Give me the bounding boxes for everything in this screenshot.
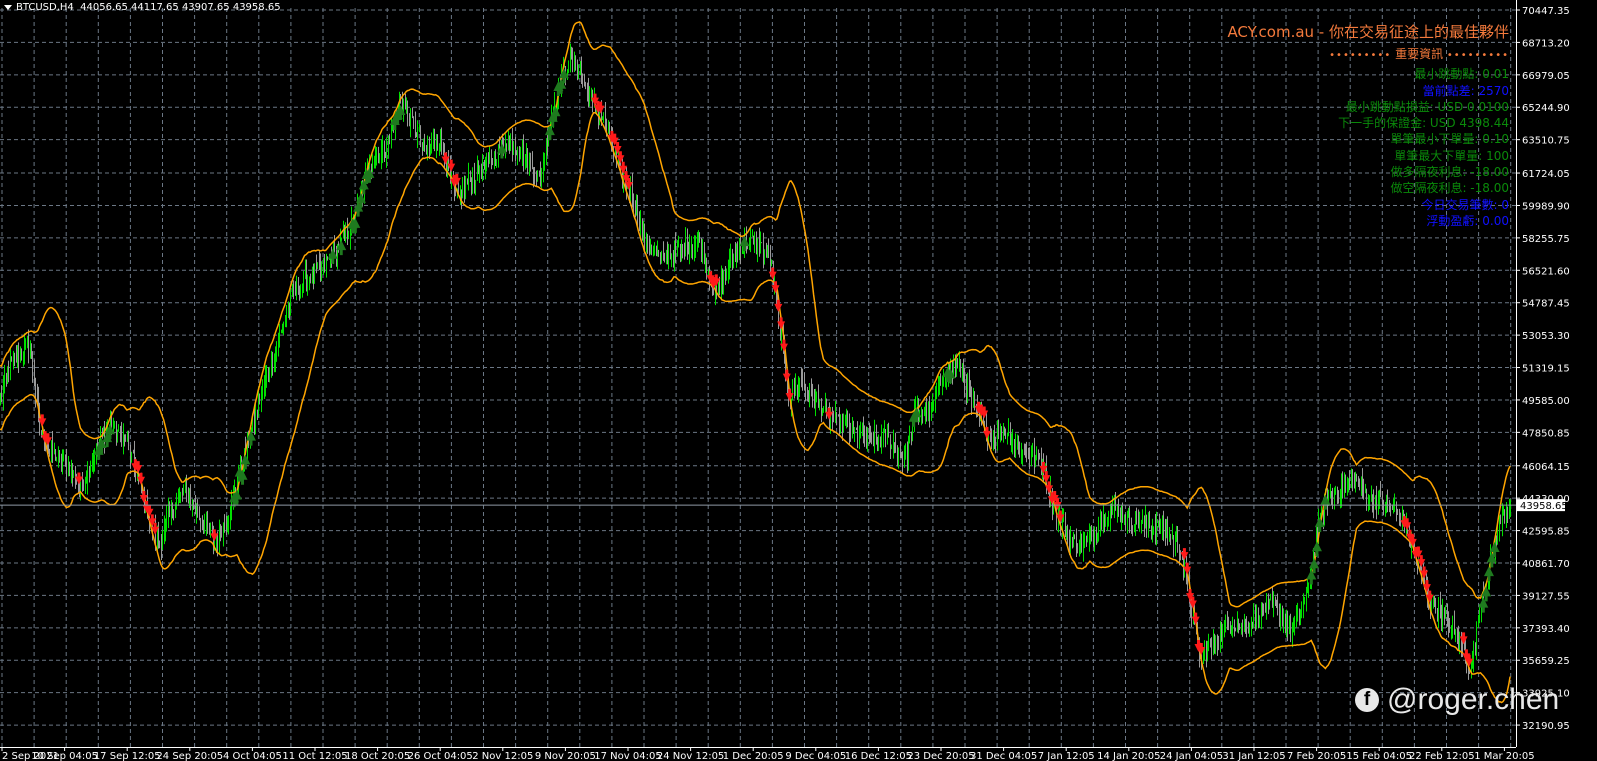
y-tick-label: 54787.45 [1522, 299, 1570, 310]
x-tick-label: 24 Jan 04:05 [1160, 751, 1223, 761]
y-tick-label: 70447.35 [1522, 6, 1570, 17]
x-tick-label: 7 Jan 12:05 [1038, 751, 1095, 761]
x-tick-label: 9 Dec 04:05 [785, 751, 846, 761]
info-panel: ACY.com.au - 你在交易征途上的最佳夥伴 ••••••••• 重要資訊… [1227, 22, 1509, 229]
y-tick-label: 61724.05 [1522, 169, 1570, 180]
x-tick-label: 10 Sep 04:05 [31, 751, 98, 761]
watermark-text: @roger.chen [1387, 683, 1560, 716]
y-tick-label: 68713.20 [1522, 38, 1570, 49]
x-tick-label: 26 Oct 04:05 [408, 751, 473, 761]
info-row: 浮動盈虧: 0.00 [1426, 213, 1509, 228]
y-tick-label: 56521.60 [1522, 266, 1570, 277]
y-tick-label: 59989.90 [1522, 201, 1570, 212]
x-tick-label: 15 Feb 04:05 [1346, 751, 1412, 761]
x-tick-label: 24 Sep 20:05 [156, 751, 223, 761]
x-tick-label: 22 Feb 12:05 [1409, 751, 1475, 761]
chart-header: BTCUSD,H4 44056.65 44117.65 43907.65 439… [4, 2, 281, 13]
x-tick-label: 18 Oct 20:05 [345, 751, 410, 761]
y-tick-label: 40861.70 [1522, 559, 1570, 570]
broker-title: ACY.com.au - 你在交易征途上的最佳夥伴 [1227, 23, 1509, 41]
info-row: 做多隔夜利息: -18.00 [1390, 165, 1509, 180]
x-tick-label: 2 Nov 12:05 [472, 751, 533, 761]
x-tick-label: 9 Nov 20:05 [535, 751, 596, 761]
watermark: f @roger.chen [1355, 683, 1559, 717]
info-row: 下一手的保證金: USD 4398.44 [1338, 116, 1509, 131]
x-tick-label: 17 Sep 12:05 [94, 751, 161, 761]
y-tick-label: 32190.95 [1522, 721, 1570, 732]
x-tick-label: 7 Feb 20:05 [1287, 751, 1346, 761]
info-row: 最小跳動點: 0.01 [1414, 67, 1509, 82]
x-tick-label: 11 Oct 12:05 [282, 751, 347, 761]
current-price-label: 43958.65 [1520, 501, 1568, 512]
x-tick-label: 14 Jan 20:05 [1097, 751, 1160, 761]
y-tick-label: 46064.15 [1522, 462, 1570, 473]
y-tick-label: 39127.55 [1522, 591, 1570, 602]
info-row: 今日交易筆數: 0 [1421, 197, 1510, 212]
y-tick-label: 35659.25 [1522, 656, 1570, 667]
info-row: 單筆最小下單量: 0.10 [1390, 132, 1509, 147]
info-row: 當前點差: 2570 [1422, 83, 1509, 98]
y-tick-label: 42595.85 [1522, 527, 1570, 538]
x-tick-label: 23 Dec 20:05 [907, 751, 974, 761]
y-tick-label: 66979.05 [1522, 71, 1570, 82]
x-tick-label: 24 Nov 12:05 [657, 751, 724, 761]
y-tick-label: 47850.85 [1522, 428, 1570, 439]
x-tick-label: 17 Nov 04:05 [594, 751, 661, 761]
y-tick-label: 65244.90 [1522, 103, 1570, 114]
y-tick-label: 58255.75 [1522, 234, 1570, 245]
x-tick-label: 16 Dec 12:05 [845, 751, 912, 761]
ohlc-values: 44056.65 44117.65 43907.65 43958.65 [80, 2, 281, 13]
y-tick-label: 53053.30 [1522, 331, 1570, 342]
x-tick-label: 1 Mar 20:05 [1474, 751, 1534, 761]
facebook-icon: f [1355, 688, 1379, 712]
dropdown-triangle-icon[interactable] [4, 4, 12, 10]
y-tick-label: 63510.75 [1522, 136, 1570, 147]
x-tick-label: 4 Oct 04:05 [223, 751, 282, 761]
section-heading: ••••••••• 重要資訊 ••••••••• [1329, 47, 1509, 61]
symbol-label: BTCUSD,H4 [16, 2, 74, 13]
info-row: 最小跳動點損益: USD 0.0100 [1345, 99, 1509, 114]
y-tick-label: 51319.15 [1522, 364, 1570, 375]
x-tick-label: 1 Dec 20:05 [723, 751, 784, 761]
y-tick-label: 37393.40 [1522, 624, 1570, 635]
x-tick-label: 31 Dec 04:05 [970, 751, 1037, 761]
y-tick-label: 49585.00 [1522, 396, 1570, 407]
x-tick-label: 31 Jan 12:05 [1222, 751, 1285, 761]
info-row: 做空隔夜利息: -18.00 [1390, 181, 1509, 196]
info-row: 單筆最大下單量: 100 [1394, 148, 1509, 163]
